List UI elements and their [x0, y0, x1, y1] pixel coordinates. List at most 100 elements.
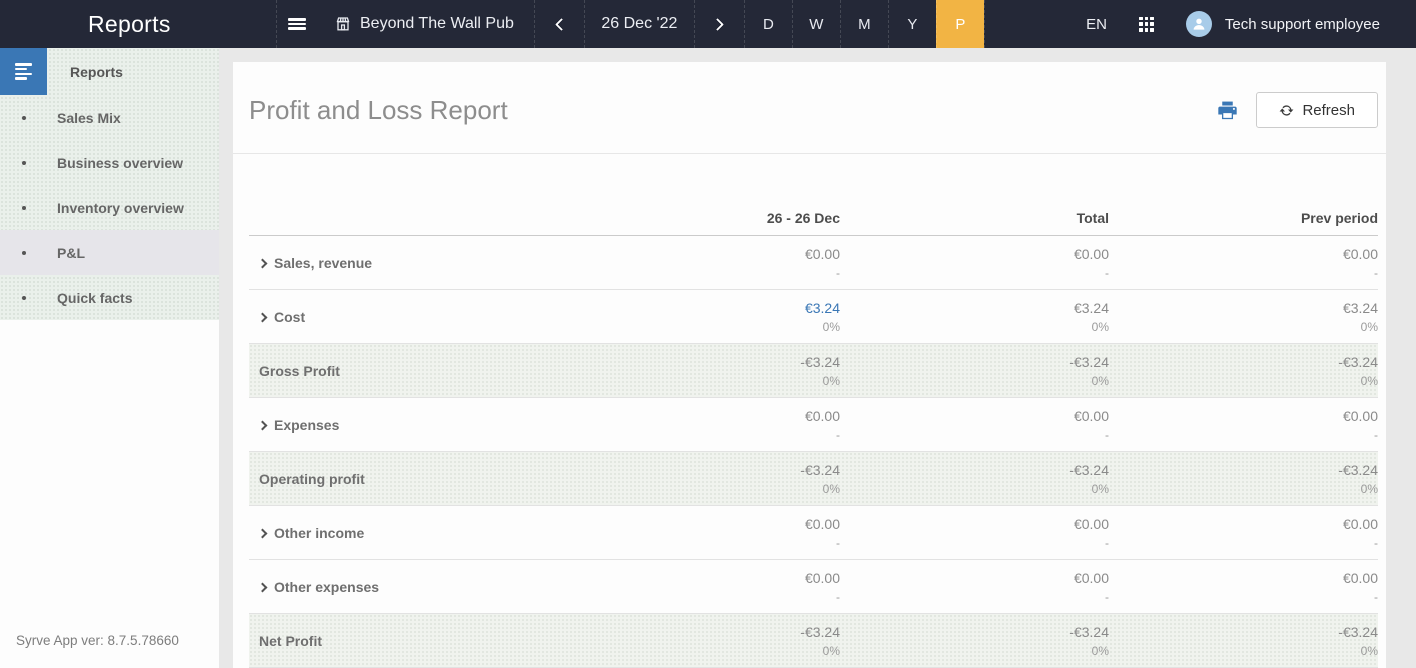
topbar: Reports Beyond The Wall Pub 26 Dec '22 D…	[0, 0, 1416, 48]
row-label-cell[interactable]: Expenses	[249, 398, 571, 451]
sidebar-menu: Reports Sales Mix Business overview Invent…	[0, 48, 219, 320]
row-label-cell: Operating profit	[249, 452, 571, 505]
row-label-cell[interactable]: Other expenses	[249, 560, 571, 613]
sidebar: Reports Sales Mix Business overview Invent…	[0, 48, 219, 668]
value-cell: €0.00-	[1109, 560, 1378, 613]
period-p-button[interactable]: P	[936, 0, 984, 48]
amount: €0.00	[1074, 408, 1109, 424]
amount: €3.24	[1074, 300, 1109, 316]
sub-amount: 0%	[1092, 482, 1109, 496]
reports-list-icon	[0, 48, 47, 95]
prev-period-button[interactable]	[534, 0, 584, 48]
chevron-left-icon	[555, 18, 568, 31]
sidebar-item-quick-facts[interactable]: Quick facts	[0, 275, 219, 320]
app-window: Reports Beyond The Wall Pub 26 Dec '22 D…	[0, 0, 1416, 668]
table-row: Other income€0.00-€0.00-€0.00-	[249, 506, 1378, 560]
column-header: 26 - 26 Dec	[571, 154, 840, 235]
print-icon	[1217, 100, 1238, 121]
amount: -€3.24	[1338, 354, 1378, 370]
value-cell: €0.00-	[1109, 506, 1378, 559]
period-y-button[interactable]: Y	[888, 0, 936, 48]
row-label-cell[interactable]: Other income	[249, 506, 571, 559]
value-cell: €0.00-	[571, 560, 840, 613]
app-version: Syrve App ver: 8.7.5.78660	[0, 633, 219, 668]
amount: €0.00	[1074, 570, 1109, 586]
avatar	[1186, 11, 1212, 37]
row-label: Other expenses	[274, 579, 379, 595]
row-label: Gross Profit	[259, 363, 340, 379]
value-cell: €3.24 0%	[840, 290, 1109, 343]
sub-amount: 0%	[823, 374, 840, 388]
table-header-row: 26 - 26 DecTotalPrev period	[249, 154, 1378, 236]
sub-amount: 0%	[1361, 320, 1378, 334]
sidebar-item-business-overview[interactable]: Business overview	[0, 140, 219, 185]
period-d-button[interactable]: D	[744, 0, 792, 48]
period-switcher: DWMYP	[744, 0, 985, 48]
date-display[interactable]: 26 Dec '22	[584, 0, 694, 48]
print-button[interactable]	[1217, 100, 1238, 121]
sub-amount: 0%	[1092, 374, 1109, 388]
sub-amount: -	[1374, 266, 1378, 280]
value-cell: €0.00-	[571, 236, 840, 289]
store-icon	[335, 16, 351, 32]
row-label-cell[interactable]: Sales, revenue	[249, 236, 571, 289]
store-selector[interactable]: Beyond The Wall Pub	[317, 0, 534, 48]
sidebar-item-sales-mix[interactable]: Sales Mix	[0, 95, 219, 140]
refresh-label: Refresh	[1302, 102, 1355, 119]
table-row: Gross Profit-€3.240%-€3.240%-€3.240%	[249, 344, 1378, 398]
amount: -€3.24	[1069, 354, 1109, 370]
period-w-button[interactable]: W	[792, 0, 840, 48]
sub-amount: 0%	[823, 320, 840, 334]
expand-chevron-icon	[258, 258, 268, 268]
amount: €0.00	[1074, 516, 1109, 532]
row-label-cell[interactable]: Cost	[249, 290, 571, 343]
bullet-icon	[22, 296, 26, 300]
app-body: Reports Sales Mix Business overview Invent…	[0, 48, 1416, 668]
language-button[interactable]: EN	[1086, 16, 1107, 33]
amount: €3.24	[1343, 300, 1378, 316]
table-row: Cost €3.24 0% €3.24 0% €3.24 0%	[249, 290, 1378, 344]
amount-link[interactable]: €3.24	[805, 300, 840, 316]
table-row: Operating profit-€3.240%-€3.240%-€3.240%	[249, 452, 1378, 506]
bullet-icon	[22, 161, 26, 165]
bullet-icon	[22, 116, 26, 120]
apps-grid-icon[interactable]	[1139, 17, 1154, 32]
period-m-button[interactable]: M	[840, 0, 888, 48]
column-header: Total	[840, 154, 1109, 235]
amount: -€3.24	[800, 354, 840, 370]
topbar-right-group: EN Tech support employee	[1086, 11, 1416, 37]
report-header: Profit and Loss Report	[233, 62, 1386, 154]
user-menu[interactable]: Tech support employee	[1186, 11, 1380, 37]
next-period-button[interactable]	[694, 0, 744, 48]
amount: €0.00	[805, 570, 840, 586]
user-name: Tech support employee	[1225, 16, 1380, 33]
amount: -€3.24	[1338, 624, 1378, 640]
sidebar-header-label: Reports	[70, 64, 123, 80]
amount: -€3.24	[800, 624, 840, 640]
value-cell: -€3.24 0%	[840, 344, 1109, 397]
row-label: Net Profit	[259, 633, 322, 649]
sidebar-item-inventory-overview[interactable]: Inventory overview	[0, 185, 219, 230]
value-cell: -€3.240%	[840, 614, 1109, 667]
sub-amount: -	[1374, 428, 1378, 442]
value-cell: €0.00-	[1109, 398, 1378, 451]
row-label: Cost	[274, 309, 305, 325]
report-title: Profit and Loss Report	[249, 95, 508, 126]
sidebar-item-label: Business overview	[57, 155, 183, 171]
menu-button[interactable]	[276, 0, 317, 48]
sub-amount: 0%	[1092, 320, 1109, 334]
sidebar-items: Sales Mix Business overview Inventory over…	[0, 95, 219, 320]
amount: -€3.24	[1069, 462, 1109, 478]
bullet-icon	[22, 206, 26, 210]
value-cell: €0.00-	[840, 506, 1109, 559]
sub-amount: 0%	[1361, 482, 1378, 496]
amount: €0.00	[1343, 516, 1378, 532]
refresh-button[interactable]: Refresh	[1256, 92, 1378, 128]
value-cell: -€3.24 0%	[571, 344, 840, 397]
expand-chevron-icon	[258, 528, 268, 538]
bullet-icon	[22, 251, 26, 255]
table-row: Expenses€0.00-€0.00-€0.00-	[249, 398, 1378, 452]
value-cell: -€3.240%	[571, 452, 840, 505]
sidebar-item-p-l[interactable]: P&L	[0, 230, 219, 275]
sidebar-item-reports[interactable]: Reports	[0, 48, 219, 95]
